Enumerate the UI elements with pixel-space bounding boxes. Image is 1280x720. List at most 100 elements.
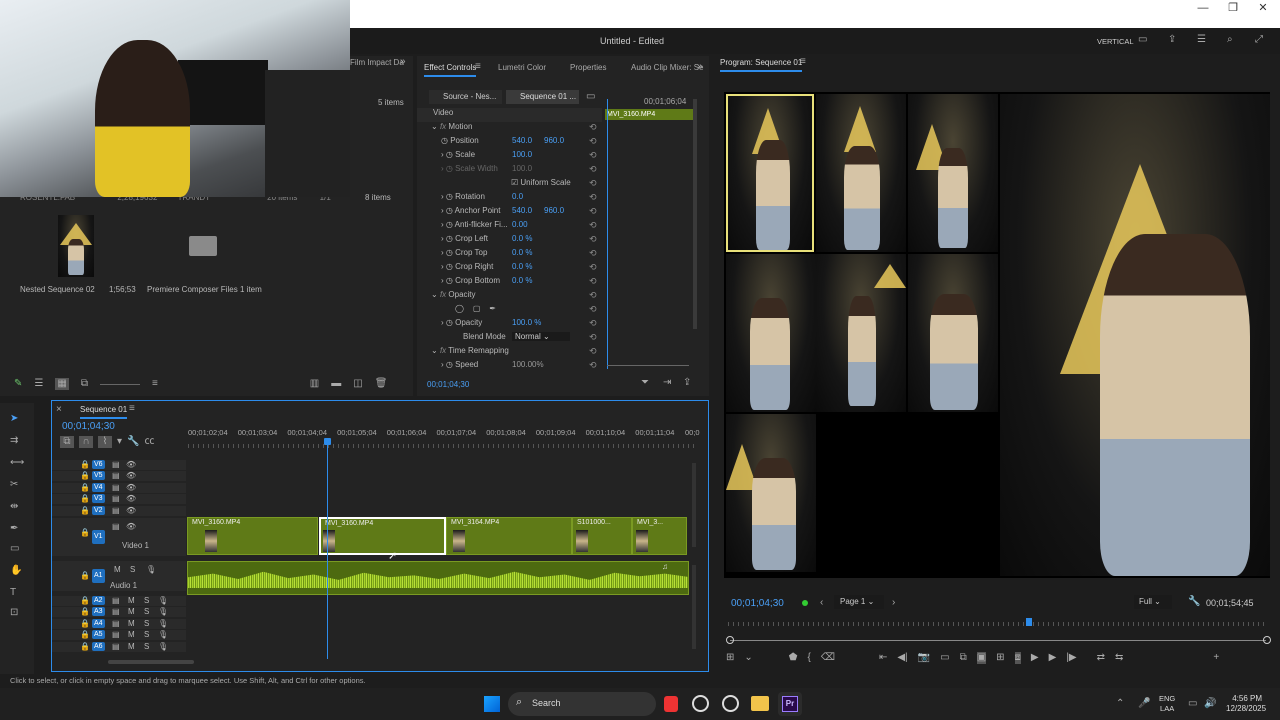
track-header-v2[interactable]: 🔒 V2 ▤ 👁 — [52, 505, 186, 516]
crop-left-row[interactable]: › ◷ Crop Left 0.0 % — [417, 234, 602, 248]
eye-icon[interactable]: 👁 — [126, 494, 136, 503]
wrench-icon[interactable]: 🔧 — [127, 436, 139, 448]
folder-icon[interactable] — [189, 236, 217, 256]
sequence-menu-icon[interactable]: ≡ — [129, 403, 135, 415]
track-header-a1[interactable]: 🔒 A1 Audio 1 M S 🎙 — [52, 561, 186, 591]
mini-playhead[interactable] — [607, 99, 608, 369]
track-header-v4[interactable]: 🔒 V4 ▤ 👁 — [52, 482, 186, 493]
track-header-a3[interactable]: 🔒 A3 ▤ M S 🎙 — [52, 607, 186, 618]
clip-selected[interactable]: MVI_3160.MP4 — [319, 517, 446, 555]
settings-wrench-icon[interactable]: 🔧 — [1188, 596, 1200, 608]
program-zoom-bar[interactable] — [730, 640, 1266, 641]
opacity-section[interactable]: ⌄ fx Opacity — [417, 290, 602, 304]
close-sequence-icon[interactable]: × — [56, 404, 62, 416]
dropdown-icon[interactable]: ⌄ — [744, 652, 752, 664]
search-icon[interactable]: ⌕ — [1227, 34, 1233, 46]
mute-button[interactable]: M — [114, 565, 121, 574]
resolution-select[interactable]: Full ⌄ — [1134, 595, 1172, 609]
add-marker-icon[interactable]: ⬟ — [789, 652, 798, 664]
film-icon[interactable]: ▤ — [112, 522, 120, 531]
track-header-a4[interactable]: 🔒 A4 ▤ M S 🎙 — [52, 618, 186, 629]
reset-icon[interactable]: ⟲ — [589, 318, 601, 332]
uniform-scale-checkbox[interactable]: ☑ Uniform Scale — [417, 178, 602, 192]
eye-icon[interactable]: 👁 — [126, 506, 136, 515]
safe-margins-icon[interactable]: ⊞ — [726, 652, 734, 664]
film-icon[interactable]: ▤ — [112, 460, 120, 469]
tab-sequence-01[interactable]: Sequence 01 — [80, 405, 128, 419]
filter-icon[interactable]: ⏷ — [641, 377, 649, 389]
film-icon[interactable]: ▤ — [112, 630, 120, 639]
pencil-icon[interactable]: ✎ — [14, 378, 22, 390]
timeline-vscroll-audio[interactable] — [692, 565, 696, 649]
crop-bottom-row[interactable]: › ◷ Crop Bottom 0.0 % — [417, 276, 602, 290]
film-icon[interactable]: ▤ — [112, 494, 120, 503]
vr-icon[interactable]: ⧈ — [1014, 652, 1021, 664]
add-button-icon[interactable]: + — [1213, 652, 1219, 664]
lock-icon[interactable]: 🔒 — [80, 471, 90, 480]
lock-icon[interactable]: 🔒 — [80, 596, 90, 605]
nested-sequence-thumbnail[interactable] — [58, 215, 94, 277]
overwrite-icon[interactable]: ⇆ — [1115, 652, 1123, 664]
reset-icon[interactable]: ⟲ — [589, 122, 601, 136]
mic-icon[interactable]: 🎙 — [158, 630, 168, 639]
grid-icon[interactable]: ⊞ — [996, 652, 1004, 664]
microphone-icon[interactable]: 🎤 — [1138, 698, 1150, 710]
scale-row[interactable]: › ◷ Scale 100.0 — [417, 150, 602, 164]
tab-effect-controls[interactable]: Effect Controls — [424, 63, 477, 77]
reset-icon[interactable]: ⟲ — [589, 206, 601, 220]
solo-button[interactable]: S — [144, 607, 149, 616]
eye-icon[interactable]: 👁 — [126, 471, 136, 480]
fullscreen-icon[interactable]: ⤢ — [1255, 34, 1263, 46]
reset-icon[interactable]: ⟲ — [589, 164, 601, 178]
rotation-row[interactable]: › ◷ Rotation 0.0 — [417, 192, 602, 206]
selection-tool-icon[interactable]: ➤ — [10, 413, 18, 425]
network-icon[interactable]: ▭ — [1188, 698, 1197, 710]
opacity-row[interactable]: › ◷ Opacity 100.0 % — [417, 318, 602, 332]
snap-icon[interactable]: ∩ — [79, 436, 93, 448]
file-explorer-icon[interactable] — [751, 696, 769, 711]
reset-icon[interactable]: ⟲ — [589, 192, 601, 206]
hand-tool-icon[interactable]: ✋ — [10, 565, 22, 577]
new-bin-icon[interactable]: ▬ — [331, 378, 341, 390]
clip[interactable]: MVI_3160.MP4 — [187, 517, 318, 555]
video-canvas[interactable] — [724, 92, 1270, 578]
rectangle-tool-icon[interactable]: ▭ — [10, 543, 19, 555]
clip[interactable]: MVI_3... — [632, 517, 687, 555]
automate-icon[interactable]: ▥ — [310, 378, 319, 390]
solo-button[interactable]: S — [144, 596, 149, 605]
vertical-label[interactable]: VERTICAL — [1097, 37, 1134, 46]
tab-lumetri[interactable]: Lumetri Color — [498, 63, 546, 72]
mute-button[interactable]: M — [128, 630, 135, 639]
eye-icon[interactable]: 👁 — [126, 522, 136, 531]
film-icon[interactable]: ▤ — [112, 596, 120, 605]
reset-icon[interactable]: ⟲ — [589, 290, 601, 304]
source-tab[interactable]: Source - Nes... — [429, 90, 502, 104]
mic-icon[interactable]: 🎙 — [158, 607, 168, 616]
reset-icon[interactable]: ⟲ — [589, 262, 601, 276]
captions-icon[interactable]: ㏄ — [144, 436, 154, 448]
share-icon[interactable]: ⇪ — [1168, 34, 1176, 46]
reset-icon[interactable]: ⟲ — [589, 276, 601, 290]
layout-icon[interactable]: ▭ — [1138, 34, 1147, 46]
playhead-handle[interactable] — [324, 438, 331, 445]
freeform-view-icon[interactable]: ⧉ — [81, 378, 88, 390]
step-forward-icon[interactable]: |▶ — [1066, 652, 1076, 664]
overflow-icon[interactable]: » — [697, 61, 703, 73]
restore-icon[interactable]: ❐ — [1216, 0, 1250, 20]
volume-icon[interactable]: 🔊 — [1204, 698, 1216, 710]
chatgpt-icon[interactable] — [692, 695, 709, 712]
lift-icon[interactable]: ⌫ — [821, 652, 835, 664]
mute-button[interactable]: M — [128, 596, 135, 605]
track-header-v3[interactable]: 🔒 V3 ▤ 👁 — [52, 494, 186, 505]
page-select[interactable]: Page 1 ⌄ — [834, 595, 884, 609]
time-remap-section[interactable]: ⌄ fx Time Remapping — [417, 346, 602, 360]
reset-icon[interactable]: ⟲ — [589, 178, 601, 192]
antiflicker-row[interactable]: › ◷ Anti-flicker Fi... 0.00 — [417, 220, 602, 234]
lock-icon[interactable]: 🔒 — [80, 506, 90, 515]
lock-icon[interactable]: 🔒 — [80, 460, 90, 469]
film-icon[interactable]: ▤ — [112, 471, 120, 480]
play-icon[interactable]: ▶ — [1031, 652, 1039, 664]
menu-icon[interactable]: ☰ — [1197, 34, 1206, 46]
track-header-a5[interactable]: 🔒 A5 ▤ M S 🎙 — [52, 630, 186, 641]
minimize-icon[interactable]: — — [1186, 0, 1220, 20]
